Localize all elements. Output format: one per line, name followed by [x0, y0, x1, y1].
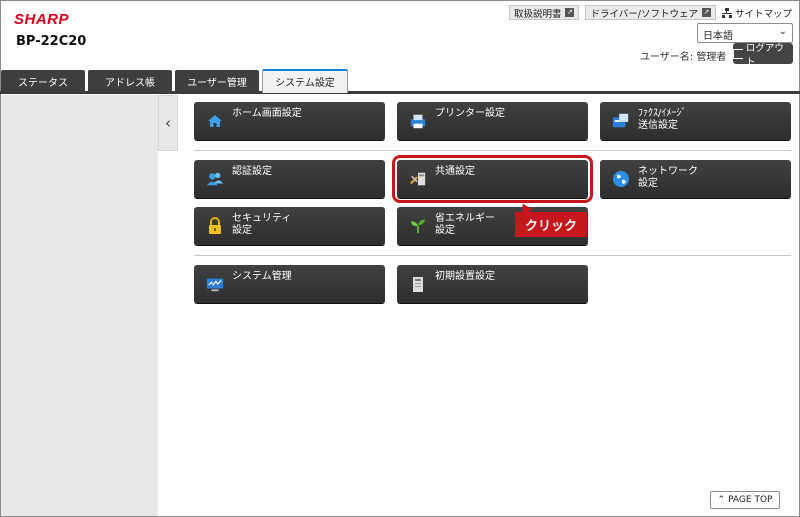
sidebar-collapse-button[interactable]: ‹	[158, 95, 178, 151]
button-label: ﾌｧｸｽ/ｲﾒｰｼﾞ 送信設定	[638, 108, 687, 131]
sidebar	[1, 95, 158, 516]
globe-icon	[612, 170, 630, 188]
printer-icon	[409, 112, 427, 130]
network-settings-button[interactable]: ネットワーク 設定	[600, 160, 791, 198]
button-label: ネットワーク 設定	[638, 166, 698, 189]
driver-software-link[interactable]: ドライバー/ソフトウェア ↗	[585, 5, 716, 20]
page-top-label: PAGE TOP	[728, 495, 773, 505]
users-icon	[206, 170, 224, 188]
sitemap-link[interactable]: サイトマップ	[721, 6, 792, 20]
driver-link-label: ドライバー/ソフトウェア	[590, 8, 698, 20]
external-link-icon: ↗	[565, 8, 575, 17]
tab-status[interactable]: ステータス	[1, 70, 85, 92]
logout-icon	[733, 48, 743, 59]
leaf-icon	[409, 217, 427, 235]
logout-label: ログアウト	[745, 42, 784, 68]
home-icon	[206, 112, 224, 130]
manual-link[interactable]: 取扱説明書 ↗	[508, 5, 580, 20]
home-screen-settings-button[interactable]: ホーム画面設定	[194, 102, 385, 140]
chevron-down-icon: ⌄	[778, 26, 787, 37]
username-label: ユーザー名: 管理者	[640, 52, 727, 63]
sharp-logo: SHARP	[14, 11, 70, 28]
tab-address-book[interactable]: アドレス帳	[88, 70, 172, 92]
divider	[194, 150, 791, 151]
button-label: システム管理	[232, 271, 292, 282]
lock-icon	[206, 217, 224, 235]
monitor-icon	[206, 275, 224, 293]
button-label: 認証設定	[232, 166, 272, 177]
model-name: BP-22C20	[16, 34, 87, 49]
main-tabs: ステータス アドレス帳 ユーザー管理 システム設定	[0, 69, 800, 94]
tab-system-settings[interactable]: システム設定	[262, 69, 348, 93]
security-settings-button[interactable]: セキュリティ 設定	[194, 207, 385, 245]
page-top-button[interactable]: ⌃ PAGE TOP	[710, 491, 780, 509]
common-settings-button[interactable]: 共通設定	[392, 155, 593, 203]
button-label: 省エネルギー 設定	[435, 213, 495, 236]
authentication-settings-button[interactable]: 認証設定	[194, 160, 385, 198]
sitemap-label: サイトマップ	[734, 8, 792, 20]
button-label: 共通設定	[435, 166, 475, 177]
fax-image-send-settings-button[interactable]: ﾌｧｸｽ/ｲﾒｰｼﾞ 送信設定	[600, 102, 791, 140]
top-links: 取扱説明書 ↗ ドライバー/ソフトウェア ↗ サイトマップ	[508, 5, 792, 20]
logout-button[interactable]: ログアウト	[733, 43, 793, 68]
system-management-button[interactable]: システム管理	[194, 265, 385, 303]
external-link-icon: ↗	[701, 8, 711, 17]
sitemap-icon	[721, 7, 732, 18]
click-callout: クリック	[515, 212, 587, 237]
fax-icon	[612, 112, 630, 130]
button-label: ホーム画面設定	[232, 108, 302, 119]
button-label: セキュリティ 設定	[232, 213, 292, 236]
device-icon	[409, 275, 427, 293]
language-selected-value: 日本語	[703, 31, 733, 42]
chevron-up-icon: ⌃	[717, 495, 726, 505]
button-label: プリンター設定	[435, 108, 505, 119]
chevron-left-icon: ‹	[165, 114, 171, 132]
initial-setup-settings-button[interactable]: 初期設置設定	[397, 265, 588, 303]
tab-user-management[interactable]: ユーザー管理	[175, 70, 259, 92]
manual-link-label: 取扱説明書	[513, 8, 562, 20]
divider	[194, 255, 791, 256]
printer-settings-button[interactable]: プリンター設定	[397, 102, 588, 140]
tools-icon	[409, 170, 427, 188]
button-label: 初期設置設定	[435, 271, 495, 282]
